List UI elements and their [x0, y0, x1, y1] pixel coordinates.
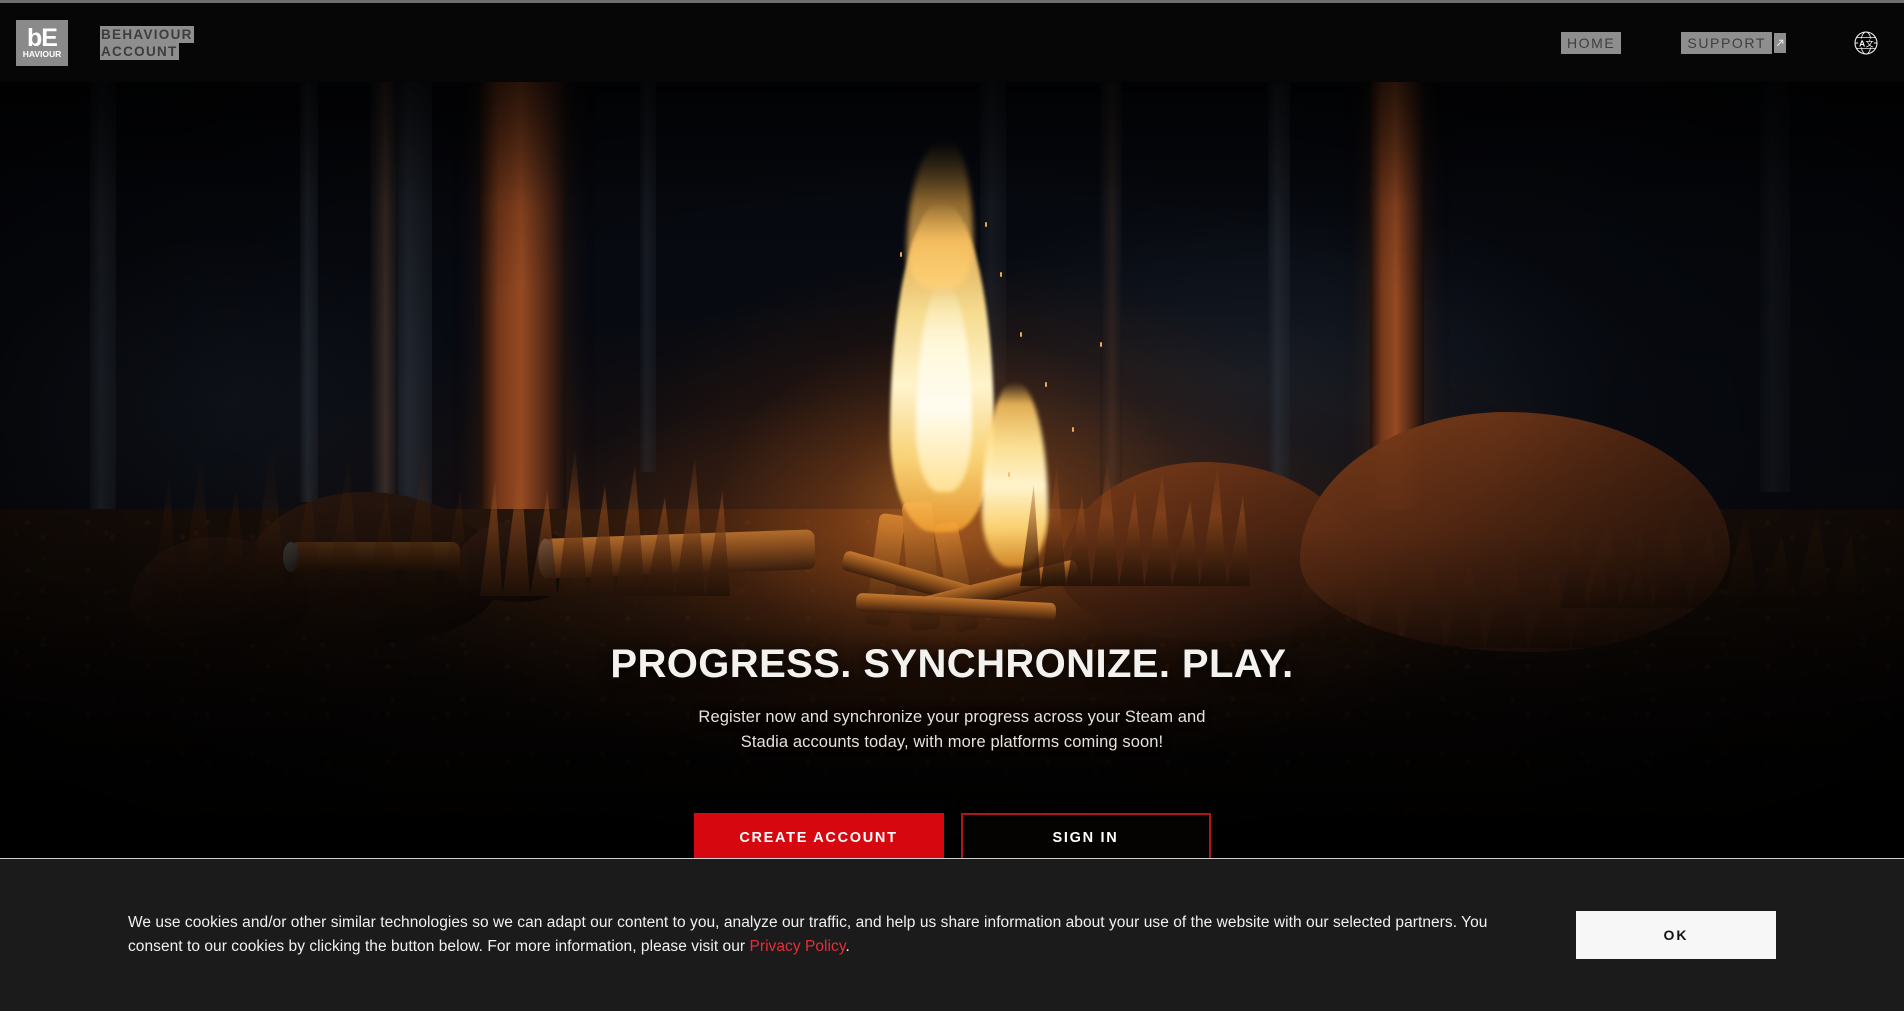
hero-title: PROGRESS. SYNCHRONIZE. PLAY.	[610, 642, 1294, 686]
external-link-icon	[1774, 32, 1786, 53]
hero-content: PROGRESS. SYNCHRONIZE. PLAY. Register no…	[0, 642, 1904, 858]
brand-title: BEHAVIOUR ACCOUNT	[100, 25, 194, 60]
brand-title-line2: ACCOUNT	[100, 42, 179, 60]
nav-item-support[interactable]: SUPPORT	[1681, 31, 1772, 54]
create-account-button[interactable]: CREATE ACCOUNT	[693, 813, 944, 858]
svg-text:文: 文	[1865, 38, 1873, 48]
spark-5	[1008, 472, 1010, 477]
tree-far-1	[90, 82, 116, 542]
cookie-text-part2: .	[845, 938, 850, 955]
hero-subtitle-line1: Register now and synchronize your progre…	[698, 708, 1206, 726]
page-root: bE HAVIOUR BEHAVIOUR ACCOUNT HOME SUPPOR…	[0, 0, 1904, 1011]
cookie-consent-text: We use cookies and/or other similar tech…	[128, 911, 1518, 959]
spark-2	[1020, 332, 1022, 337]
nav-item-support-wrap[interactable]: SUPPORT	[1681, 31, 1786, 54]
hero-actions: CREATE ACCOUNT SIGN IN	[693, 813, 1211, 858]
tree-far-4	[640, 82, 656, 472]
tree-mid-2	[1100, 82, 1122, 502]
header-nav: HOME SUPPORT A 文	[1560, 29, 1904, 57]
spark-8	[900, 252, 902, 257]
spark-1	[1000, 272, 1002, 277]
logo-haviour-text: HAVIOUR	[22, 49, 62, 59]
spark-4	[1072, 427, 1074, 432]
hero-section: PROGRESS. SYNCHRONIZE. PLAY. Register no…	[0, 82, 1904, 858]
sign-in-button[interactable]: SIGN IN	[960, 813, 1211, 858]
site-header: bE HAVIOUR BEHAVIOUR ACCOUNT HOME SUPPOR…	[0, 3, 1904, 82]
tree-far-7	[1760, 82, 1790, 492]
hero-subtitle: Register now and synchronize your progre…	[698, 705, 1205, 755]
hero-subtitle-line2: Stadia accounts today, with more platfor…	[740, 733, 1164, 751]
globe-language-icon[interactable]: A 文	[1852, 29, 1880, 57]
svg-text:A: A	[1859, 38, 1865, 48]
spark-6	[985, 222, 987, 227]
cookie-ok-button[interactable]: OK	[1576, 911, 1776, 959]
brand-title-line1: BEHAVIOUR	[100, 25, 194, 43]
spark-7	[1100, 342, 1102, 347]
behaviour-logo-icon[interactable]: bE HAVIOUR	[16, 19, 68, 66]
logo-be-text: bE	[27, 24, 58, 52]
nav-item-home[interactable]: HOME	[1560, 31, 1622, 54]
spark-3	[1045, 382, 1047, 387]
tree-far-2	[300, 82, 318, 502]
privacy-policy-link[interactable]: Privacy Policy	[749, 938, 845, 955]
cookie-consent-banner: We use cookies and/or other similar tech…	[0, 858, 1904, 1011]
